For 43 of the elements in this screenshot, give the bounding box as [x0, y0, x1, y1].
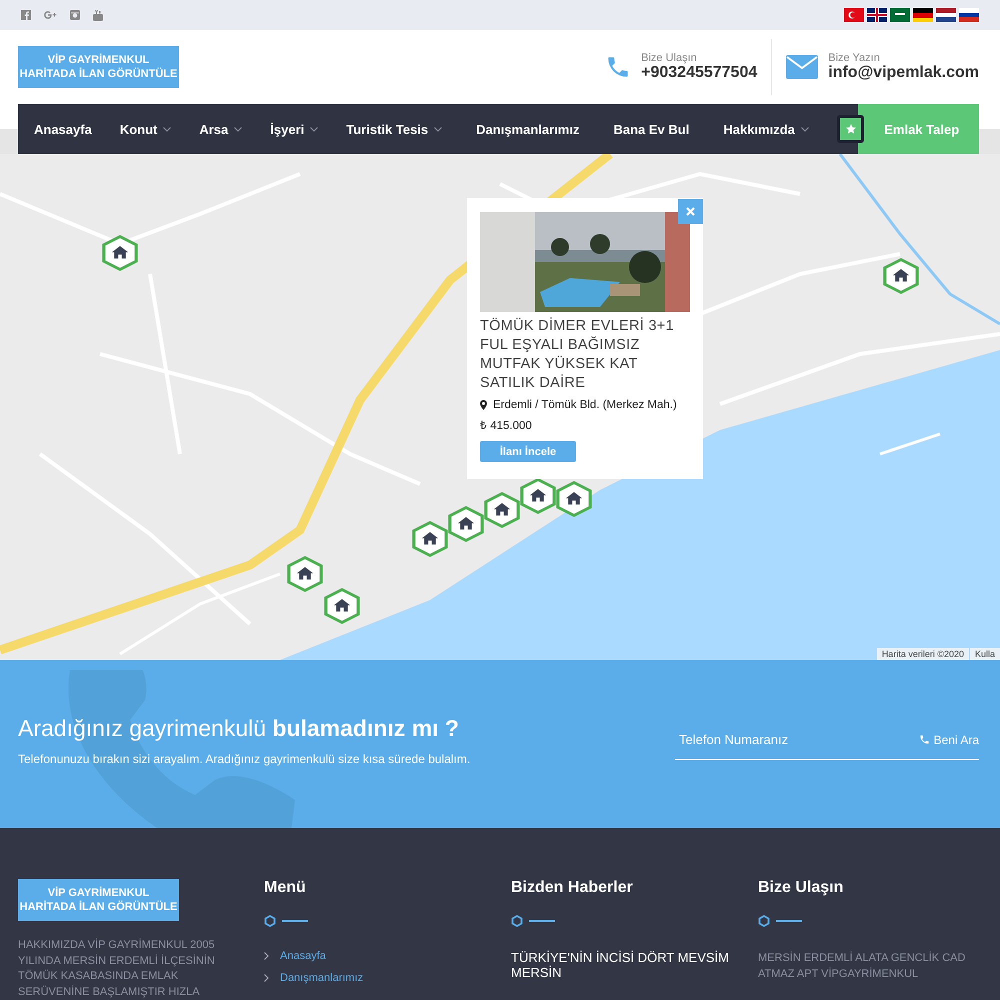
flag-icon[interactable] — [913, 8, 933, 22]
nav-item[interactable]: Anasayfa — [34, 122, 106, 136]
flag-icon[interactable] — [890, 8, 910, 22]
nav-item[interactable]: Turistik Tesis — [346, 122, 456, 136]
footer-heading: Bizden Haberler — [511, 879, 633, 897]
news-title[interactable]: TÜRKİYE'NİN İNCİSİ DÖRT MEVSİM MERSİN — [511, 950, 741, 980]
youtube-icon[interactable] — [93, 10, 103, 20]
facebook-icon[interactable] — [21, 10, 31, 20]
phone-icon — [918, 734, 930, 745]
google-plus-icon[interactable] — [44, 10, 57, 20]
flag-icon[interactable] — [936, 8, 956, 22]
address-text: MERSİN ERDEMLİ ALATA GENCLİK CAD ATMAZ APT VİPGAYRİMENKUL — [758, 950, 966, 982]
contact-value[interactable]: +903245577504 — [641, 64, 758, 82]
chevron-down-icon — [163, 126, 172, 132]
hexagon-divider-icon — [511, 915, 555, 927]
chevron-down-icon — [434, 126, 442, 132]
callback-heading: Aradığınız gayrimenkulü bulamadınız mı ? — [18, 714, 460, 742]
nav-item[interactable]: Arsa — [199, 122, 256, 136]
nav-item[interactable]: İşyeri — [270, 122, 332, 136]
nav-item[interactable]: Hakkımızda — [723, 122, 823, 136]
hexagon-divider-icon — [758, 915, 802, 927]
hexagon-divider-icon — [264, 915, 308, 927]
contact-label: Bize Ulaşın — [641, 52, 698, 64]
chevron-right-icon — [264, 952, 269, 960]
chevron-down-icon — [800, 126, 809, 132]
footer-heading: Bize Ulaşın — [758, 879, 844, 897]
footer-link[interactable]: Danışmanlarımız — [264, 972, 364, 984]
nav-item[interactable]: Danışmanlarımız — [476, 122, 594, 136]
about-text: HAKKIMIZDA VİP GAYRİMENKUL 2005 YILINDA MERSİN ERDEMLİ İLÇESİNİN TÖMÜK KASABASINDA EMLAK SERÜVENİNE BAŞLAMIŞTIR HIZLA — [18, 938, 216, 1000]
contact-value[interactable]: info@vipemlak.com — [828, 64, 979, 82]
flag-icon[interactable] — [867, 8, 887, 22]
chevron-right-icon — [264, 974, 269, 982]
chevron-down-icon — [234, 126, 242, 132]
instagram-icon[interactable] — [70, 10, 80, 20]
footer-link[interactable]: Anasayfa — [264, 950, 326, 962]
chevron-down-icon — [310, 126, 318, 132]
flag-icon[interactable] — [959, 8, 979, 22]
callback-subtitle: Telefonunuzu bırakın sizi arayalım. Aradığınız gayrimenkulü size kısa sürede bulalım. — [18, 752, 470, 766]
envelope-icon — [786, 55, 818, 79]
footer-heading: Menü — [264, 879, 306, 897]
nav-item[interactable]: Konut — [120, 122, 186, 136]
nav-item[interactable]: Bana Ev Bul — [613, 122, 704, 136]
contact-label: Bize Yazın — [828, 52, 881, 64]
